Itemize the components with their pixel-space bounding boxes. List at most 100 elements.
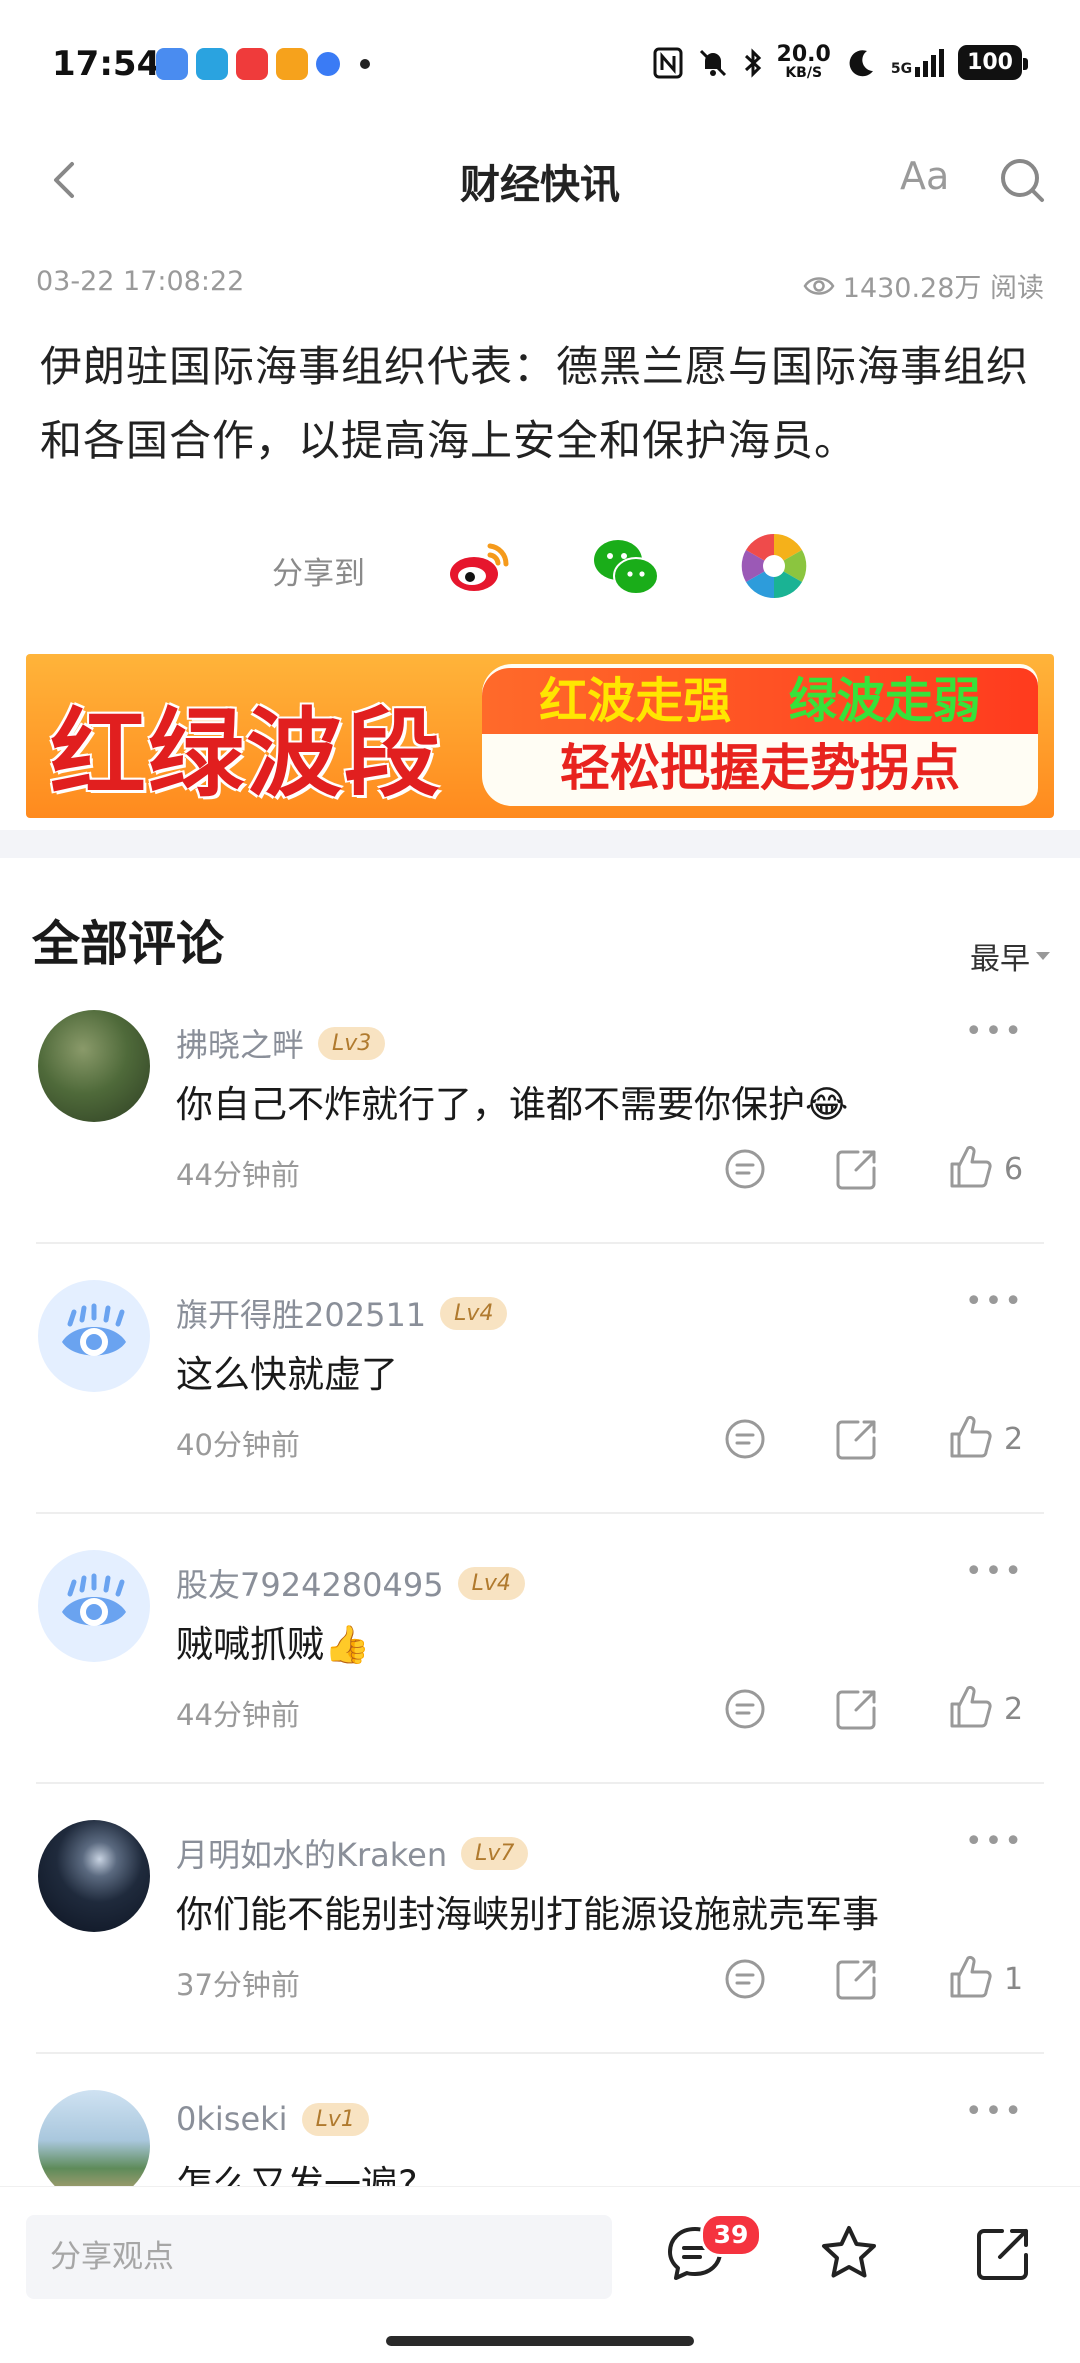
status-app-icons: [156, 48, 370, 80]
comment-user[interactable]: 股友7924280495 Lv4: [176, 1560, 525, 1606]
avatar[interactable]: [38, 1280, 150, 1392]
comment-item: 0kiseki Lv1 ••• 怎么又发一遍?: [0, 2090, 1080, 2186]
wechat-icon[interactable]: [590, 530, 662, 602]
nfc-icon: [653, 47, 683, 78]
comment-divider: [36, 1782, 1044, 1784]
font-size-button[interactable]: Aa: [900, 154, 949, 198]
comment-user[interactable]: 拂晓之畔 Lv3: [176, 1020, 386, 1066]
comment-divider: [36, 2052, 1044, 2054]
more-options-icon[interactable]: •••: [965, 1554, 1024, 1589]
moon-icon: [849, 49, 873, 76]
network-speed: 20.0 KB/S: [776, 42, 831, 81]
comment-time: 44分钟前: [176, 1158, 300, 1192]
status-indicators: 20.0 KB/S 5G 100: [653, 42, 1028, 81]
comment-count-badge: 39: [700, 2213, 762, 2257]
username: 股友7924280495: [176, 1566, 444, 1604]
avatar[interactable]: [38, 2090, 150, 2186]
level-badge: Lv3: [318, 1026, 386, 1060]
reply-icon[interactable]: [722, 1686, 768, 1732]
share-icon[interactable]: [834, 1146, 880, 1192]
mute-bell-icon: [699, 49, 726, 76]
like-count: 2: [1004, 1422, 1024, 1457]
username: 0kiseki: [176, 2100, 288, 2138]
eye-logo-icon: [62, 1303, 126, 1356]
section-divider: [0, 830, 1080, 858]
video-icon: [236, 48, 268, 80]
eye-icon: [803, 276, 835, 295]
caret-down-icon: [1036, 952, 1050, 960]
reply-icon[interactable]: [722, 1146, 768, 1192]
thumbs-up-icon[interactable]: [946, 1684, 992, 1730]
comment-input[interactable]: [26, 2215, 612, 2299]
bluetooth-icon: [744, 47, 761, 78]
telegram-icon: [196, 48, 228, 80]
username: 旗开得胜202511: [176, 1296, 427, 1334]
comment-time: 40分钟前: [176, 1428, 300, 1462]
eye-logo-icon: [62, 1573, 126, 1626]
article-meta: 03-22 17:08:22 1430.28万 阅读: [36, 266, 1044, 306]
article-timestamp: 03-22 17:08:22: [36, 266, 245, 297]
like-count: 2: [1004, 1692, 1024, 1727]
avatar[interactable]: [38, 1010, 150, 1122]
more-options-icon[interactable]: •••: [965, 1014, 1024, 1049]
more-options-icon[interactable]: •••: [965, 2094, 1024, 2129]
signal-label: 5G: [890, 60, 913, 77]
thumbs-up-icon[interactable]: [946, 1954, 992, 2000]
comments-title: 全部评论: [32, 916, 225, 972]
username: 拂晓之畔: [176, 1026, 305, 1064]
app-icon: [156, 48, 188, 80]
comment-item: 月明如水的Kraken Lv7 ••• 你们能不能别封海峡别打能源设施就売军事 …: [0, 1820, 1080, 2090]
star-icon[interactable]: [818, 2223, 880, 2285]
comment-divider: [36, 1242, 1044, 1244]
moments-icon[interactable]: [738, 530, 810, 602]
thumbs-up-icon[interactable]: [946, 1144, 992, 1190]
search-icon[interactable]: [994, 152, 1050, 208]
reply-icon[interactable]: [722, 1416, 768, 1462]
share-row: 分享到: [0, 530, 1080, 602]
banner-line1: 红波走强 绿波走弱: [482, 668, 1038, 734]
avatar[interactable]: [38, 1550, 150, 1662]
comment-text: 这么快就虚了: [176, 1353, 398, 1396]
share-icon[interactable]: [834, 1686, 880, 1732]
title-bar: 财经快讯 Aa: [0, 130, 1080, 230]
comment-item: 旗开得胜202511 Lv4 ••• 这么快就虚了 40分钟前 2: [0, 1280, 1080, 1550]
notification-dot: [360, 59, 370, 69]
banner-green-wave: 绿波走弱: [788, 673, 981, 729]
level-badge: Lv7: [461, 1836, 529, 1870]
reply-icon[interactable]: [722, 1956, 768, 2002]
more-options-icon[interactable]: •••: [965, 1824, 1024, 1859]
comment-time: 44分钟前: [176, 1698, 300, 1732]
sort-button[interactable]: 最早: [970, 934, 1050, 978]
signal-indicator: 5G: [890, 48, 945, 77]
promo-banner[interactable]: 红绿波段 红波走强 绿波走弱 轻松把握走势拐点: [26, 654, 1054, 818]
weibo-icon[interactable]: [444, 530, 516, 602]
views-count: 1430.28万 阅读: [842, 273, 1044, 304]
comment-user[interactable]: 旗开得胜202511 Lv4: [176, 1290, 508, 1336]
comment-text: 怎么又发一遍?: [176, 2163, 418, 2186]
article-body: 伊朗驻国际海事组织代表：德黑兰愿与国际海事组织和各国合作，以提高海上安全和保护海…: [40, 342, 1030, 465]
share-icon[interactable]: [834, 1956, 880, 2002]
avatar[interactable]: [38, 1820, 150, 1932]
share-label: 分享到: [272, 556, 365, 592]
bilibili-icon: [276, 48, 308, 80]
comment-text: 你自己不炸就行了，谁都不需要你保护😂: [176, 1083, 849, 1126]
home-indicator[interactable]: [386, 2336, 694, 2346]
article-views: 1430.28万 阅读: [803, 266, 1044, 305]
level-badge: Lv4: [457, 1566, 525, 1600]
share-icon[interactable]: [834, 1416, 880, 1462]
banner-line2: 轻松把握走势拐点: [560, 739, 960, 797]
like-count: 1: [1004, 1962, 1024, 1997]
comment-user[interactable]: 0kiseki Lv1: [176, 2100, 369, 2138]
bottom-bar: 39: [0, 2186, 1080, 2363]
share-icon[interactable]: [972, 2223, 1034, 2285]
username: 月明如水的Kraken: [176, 1836, 448, 1874]
battery-indicator: 100: [958, 45, 1028, 80]
comment-text: 你们能不能别封海峡别打能源设施就売军事: [176, 1893, 879, 1936]
more-options-icon[interactable]: •••: [965, 1284, 1024, 1319]
comment-divider: [36, 1512, 1044, 1514]
comment-user[interactable]: 月明如水的Kraken Lv7: [176, 1830, 529, 1876]
level-badge: Lv1: [301, 2102, 369, 2136]
banner-headline: 红绿波段: [50, 698, 442, 810]
comment-item: 股友7924280495 Lv4 ••• 贼喊抓贼👍 44分钟前 2: [0, 1550, 1080, 1820]
thumbs-up-icon[interactable]: [946, 1414, 992, 1460]
